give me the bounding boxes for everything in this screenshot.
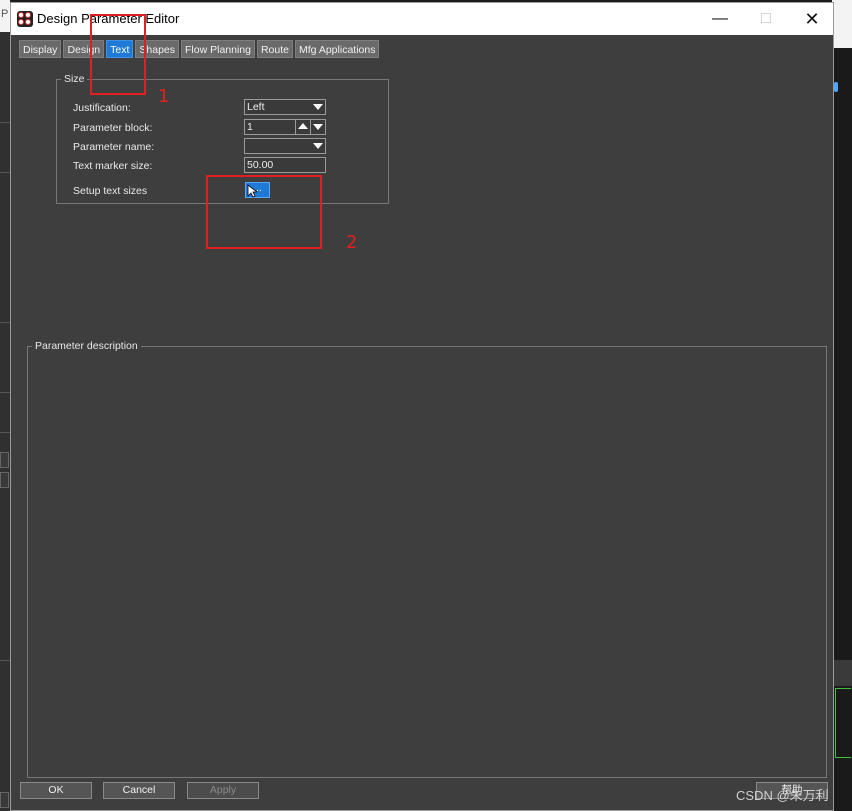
annotation-number-1: 1 xyxy=(158,86,170,107)
justification-label: Justification: xyxy=(73,102,131,114)
background-left-toolbar xyxy=(0,32,10,811)
watermark-text: CSDN @朱万利 xyxy=(736,788,829,803)
justification-value: Left xyxy=(247,101,265,113)
chevron-down-icon xyxy=(313,104,323,110)
chevron-down-icon xyxy=(313,143,323,149)
background-window-fragment: P xyxy=(0,0,10,32)
tab-mfg-applications[interactable]: Mfg Applications xyxy=(295,40,380,58)
annotation-box-2 xyxy=(206,175,322,249)
tab-route[interactable]: Route xyxy=(256,40,293,58)
toolbar-box[interactable] xyxy=(0,472,9,488)
design-parameter-editor-dialog: Design Parameter Editor — □ ✕ Display De… xyxy=(10,2,834,811)
toolbar-divider xyxy=(0,660,10,661)
text-marker-size-label: Text marker size: xyxy=(73,160,153,172)
toolbar-divider xyxy=(0,172,10,173)
parameter-block-spinner[interactable]: 1 xyxy=(244,119,326,135)
annotation-number-2: 2 xyxy=(346,232,358,253)
parameter-name-select[interactable] xyxy=(244,138,326,154)
parameter-block-label: Parameter block: xyxy=(73,122,153,134)
size-group-legend: Size xyxy=(64,73,85,85)
text-marker-size-value: 50.00 xyxy=(247,159,274,171)
parameter-block-value: 1 xyxy=(247,121,253,133)
ok-button[interactable]: OK xyxy=(20,782,92,799)
background-panel-block xyxy=(834,660,852,686)
tab-display[interactable]: Display xyxy=(19,40,62,58)
tab-content-text: Size Justification: Left Parameter block… xyxy=(19,58,827,778)
background-window-fragment xyxy=(832,0,852,48)
setup-text-sizes-label: Setup text sizes xyxy=(73,185,148,197)
toolbar-divider xyxy=(0,122,10,123)
parameter-description-legend: Parameter description xyxy=(35,340,138,352)
cancel-button[interactable]: Cancel xyxy=(103,782,175,799)
parameter-name-label: Parameter name: xyxy=(73,141,155,153)
minimize-button[interactable]: — xyxy=(697,3,743,35)
justification-select[interactable]: Left xyxy=(244,99,326,115)
toolbar-divider xyxy=(0,322,10,323)
tab-bar: Display Design Text Shapes Flow Planning… xyxy=(19,40,380,58)
toolbar-box[interactable] xyxy=(0,452,9,468)
background-char: P xyxy=(1,8,9,20)
background-outline xyxy=(835,688,851,758)
maximize-button[interactable]: □ xyxy=(743,3,789,35)
spin-up-icon[interactable] xyxy=(295,120,309,134)
tab-flow-planning[interactable]: Flow Planning xyxy=(181,40,255,58)
close-button[interactable]: ✕ xyxy=(789,3,835,35)
toolbar-box[interactable] xyxy=(0,792,9,808)
toolbar-divider xyxy=(0,432,10,433)
apply-button[interactable]: Apply xyxy=(187,782,259,799)
spin-down-icon[interactable] xyxy=(310,120,324,134)
app-icon xyxy=(17,11,33,27)
panel-indicator-icon xyxy=(834,82,838,92)
background-right-panel xyxy=(832,0,852,811)
text-marker-size-input[interactable]: 50.00 xyxy=(244,157,326,173)
parameter-description-group: Parameter description xyxy=(27,340,827,778)
toolbar-divider xyxy=(0,392,10,393)
annotation-box-1 xyxy=(90,14,146,95)
